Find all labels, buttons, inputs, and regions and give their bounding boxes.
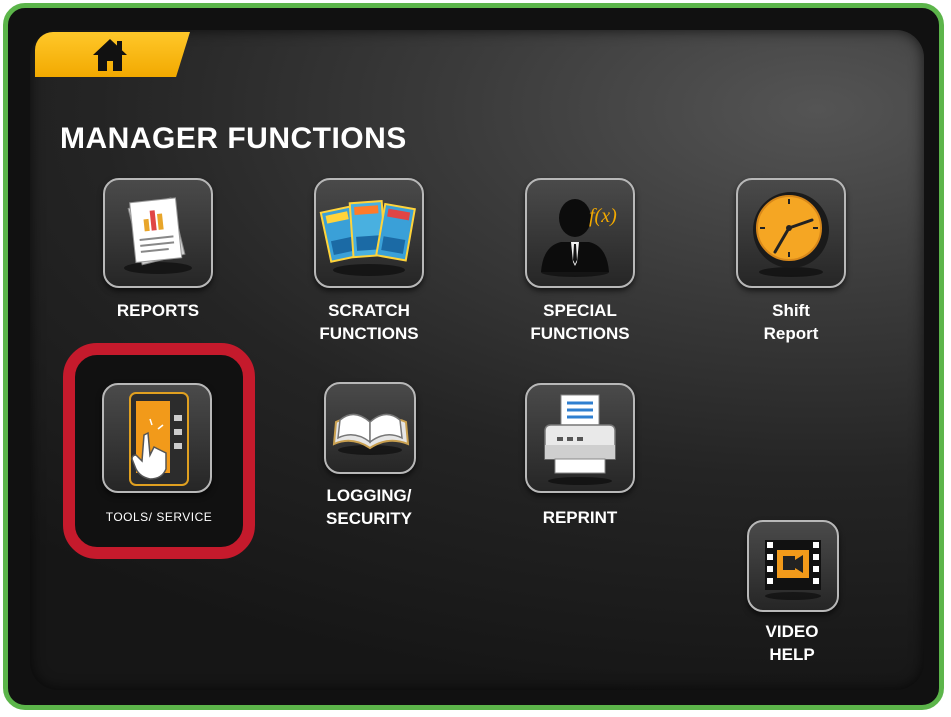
reports-tile[interactable] (103, 178, 213, 288)
special-functions-tile[interactable]: f(x) (525, 178, 635, 288)
tools-service-tile[interactable] (102, 383, 212, 493)
touch-terminal-icon (129, 392, 189, 486)
businessman-function-icon: f(x) (541, 199, 617, 277)
printer-icon (544, 394, 616, 485)
reprint-label-line-1: REPRINT (542, 508, 618, 527)
home-button[interactable] (35, 32, 190, 77)
page-title: MANAGER FUNCTIONS (60, 122, 407, 155)
video-film-icon (765, 540, 821, 600)
video-help-label-line-1: VIDEO (765, 622, 819, 641)
home-icon (93, 39, 127, 71)
open-book-icon (332, 413, 410, 455)
shift-report-label-line-2: Report (763, 324, 819, 343)
scratch-functions-label-line-2: FUNCTIONS (319, 324, 419, 343)
scratch-tickets-icon (319, 199, 416, 276)
logging-security-label[interactable]: LOGGING/ SECURITY (284, 484, 454, 530)
reprint-tile[interactable] (525, 383, 635, 493)
scratch-functions-tile[interactable] (314, 178, 424, 288)
reports-label[interactable]: REPORTS (73, 299, 243, 322)
reports-icon (124, 197, 192, 274)
scratch-functions-label[interactable]: SCRATCH FUNCTIONS (284, 299, 454, 345)
reprint-label[interactable]: REPRINT (495, 506, 665, 529)
clock-icon (753, 192, 829, 277)
tools-service-label[interactable]: TOOLS/ SERVICE (74, 506, 244, 529)
svg-text:f(x): f(x) (589, 205, 617, 227)
scratch-functions-label-line-1: SCRATCH (328, 301, 410, 320)
shift-report-label[interactable]: Shift Report (706, 299, 876, 345)
logging-security-tile[interactable] (324, 382, 416, 474)
special-functions-label-line-1: SPECIAL (543, 301, 617, 320)
special-functions-label[interactable]: SPECIAL FUNCTIONS (495, 299, 665, 345)
tools-service-label-line-1: TOOLS/ SERVICE (105, 510, 213, 524)
reports-label-line-1: REPORTS (116, 301, 200, 320)
shift-report-tile[interactable] (736, 178, 846, 288)
video-help-tile[interactable] (747, 520, 839, 612)
special-functions-label-line-2: FUNCTIONS (530, 324, 630, 343)
shift-report-label-line-1: Shift (772, 301, 810, 320)
video-help-label[interactable]: VIDEO HELP (707, 620, 877, 666)
logging-security-label-line-1: LOGGING/ (326, 486, 412, 505)
video-help-label-line-2: HELP (769, 645, 815, 664)
logging-security-label-line-2: SECURITY (326, 509, 412, 528)
